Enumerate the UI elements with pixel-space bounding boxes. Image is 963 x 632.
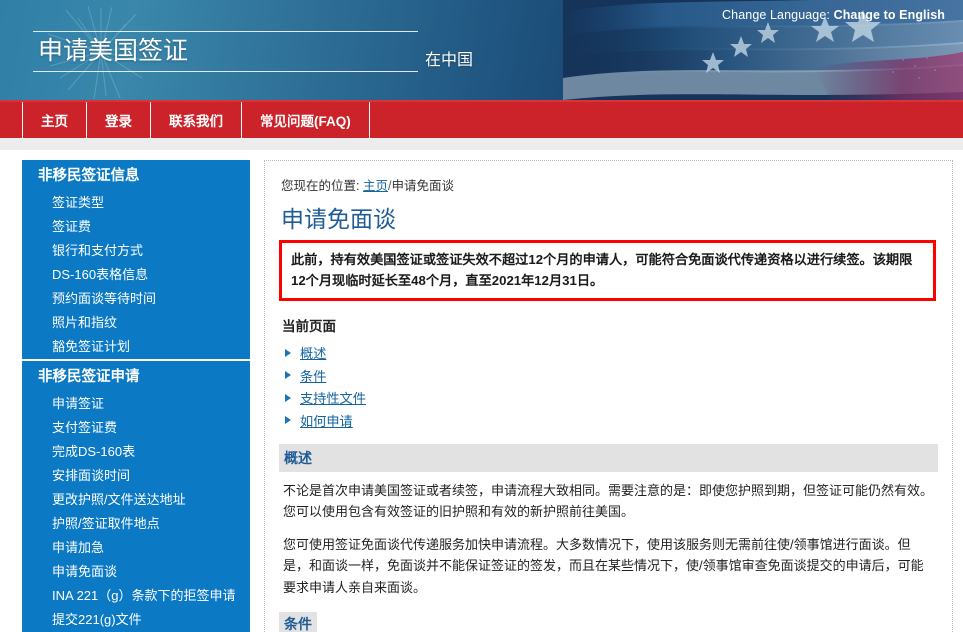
overview-paragraph-2: 您可使用签证免面谈代传递服务加快申请流程。大多数情况下，使用该服务则无需前往使/… [283,536,924,595]
sidebar-item-pickup-location[interactable]: 护照/签证取件地点 [22,512,250,536]
sidebar-item-interview-waiver[interactable]: 申请免面谈 [22,560,250,584]
sidebar-heading-nonimmigrant-apply: 非移民签证申请 [38,369,140,385]
sidebar-navigation: 非移民签证信息 签证类型 签证费 银行和支付方式 DS-160表格信息 预约面谈… [22,160,250,632]
section-heading-overview: 概述 [279,443,938,472]
triangle-bullet-icon [285,348,291,357]
change-language-label: Change Language: [722,8,830,22]
sidebar-group-nonimmigrant-apply: 非移民签证申请 申请签证 支付签证费 完成DS-160表 安排面谈时间 更改护照… [22,359,250,632]
toc-row-conditions[interactable]: 条件 [285,366,938,385]
site-header-banner: Change Language: Change to English 申请美国签… [0,0,963,100]
breadcrumb-prefix: 您现在的位置: [281,179,360,193]
nav-item-faq[interactable]: 常见问题(FAQ) [242,102,370,138]
section-heading-conditions: 条件 [279,612,317,632]
sidebar-item-submit-221g-documents[interactable]: 提交221(g)文件 [22,608,250,632]
sidebar-item-complete-ds160[interactable]: 完成DS-160表 [22,440,250,464]
main-navigation: 主页 登录 联系我们 常见问题(FAQ) [0,100,963,138]
toc-row-overview[interactable]: 概述 [285,343,938,362]
sidebar-item-apply-for-visa[interactable]: 申请签证 [22,392,250,416]
site-title: 申请美国签证 [38,37,189,65]
header-gray-band [0,138,963,150]
sidebar-item-ds160-info[interactable]: DS-160表格信息 [22,263,250,287]
toc-row-how-to-apply[interactable]: 如何申请 [285,411,938,430]
page-body: 非移民签证信息 签证类型 签证费 银行和支付方式 DS-160表格信息 预约面谈… [0,150,963,632]
nav-item-home[interactable]: 主页 [22,102,87,138]
page-title: 申请免面谈 [281,206,396,232]
nav-item-login[interactable]: 登录 [87,102,151,138]
triangle-bullet-icon [285,416,291,424]
sidebar-item-appointment-wait-times[interactable]: 预约面谈等待时间 [22,287,250,311]
breadcrumb-current: 申请免面谈 [391,179,454,193]
breadcrumb-link-home[interactable]: 主页 [363,179,388,193]
toc-link-how-to-apply[interactable]: 如何申请 [300,411,353,430]
change-to-english-link[interactable]: Change to English [834,8,945,22]
sidebar-item-pay-visa-fee[interactable]: 支付签证费 [22,416,250,440]
toc-link-overview[interactable]: 概述 [300,343,326,362]
sidebar-item-expedite-request[interactable]: 申请加急 [22,536,250,560]
sidebar-item-visa-waiver-program[interactable]: 豁免签证计划 [22,335,250,359]
sidebar-item-ina-221g-refusal[interactable]: INA 221（g）条款下的拒签申请 [22,584,250,608]
breadcrumb: 您现在的位置: 主页/申请免面谈 [281,175,938,194]
sidebar-group-nonimmigrant-info: 非移民签证信息 签证类型 签证费 银行和支付方式 DS-160表格信息 预约面谈… [22,160,250,359]
site-region-label: 在中国 [425,52,474,69]
section-heading-conditions-wrap: 条件 [279,612,938,632]
toc-row-supporting-documents[interactable]: 支持性文件 [285,388,938,407]
sidebar-item-visa-fees[interactable]: 签证费 [22,215,250,239]
toc-heading: 当前页面 [282,319,336,334]
sidebar-item-change-delivery-address[interactable]: 更改护照/文件送达地址 [22,488,250,512]
sidebar-item-photos-fingerprints[interactable]: 照片和指纹 [22,311,250,335]
triangle-bullet-icon [285,371,291,379]
change-language-bar[interactable]: Change Language: Change to English [722,8,945,22]
sidebar-heading-nonimmigrant-info: 非移民签证信息 [38,168,140,184]
sidebar-item-bank-payment[interactable]: 银行和支付方式 [22,239,250,263]
table-of-contents: 概述 条件 支持性文件 如何申请 [285,343,938,430]
toc-link-supporting-documents[interactable]: 支持性文件 [300,388,366,407]
site-title-block: 申请美国签证 [33,31,453,72]
main-content-panel: 您现在的位置: 主页/申请免面谈 申请免面谈 此前，持有效美国签证或签证失效不超… [264,160,953,632]
triangle-bullet-icon [285,393,291,402]
toc-link-conditions[interactable]: 条件 [300,366,326,385]
sidebar-item-schedule-interview[interactable]: 安排面谈时间 [22,464,250,488]
sidebar-item-visa-types[interactable]: 签证类型 [22,191,250,215]
notice-alert-box: 此前，持有效美国签证或签证失效不超过12个月的申请人，可能符合免面谈代传递资格以… [279,240,936,301]
nav-item-contact-us[interactable]: 联系我们 [151,102,242,138]
overview-paragraph-1: 不论是首次申请美国签证或者续签，申请流程大致相同。需要注意的是：即使您护照到期，… [283,482,934,520]
title-rule-bottom [33,71,418,72]
